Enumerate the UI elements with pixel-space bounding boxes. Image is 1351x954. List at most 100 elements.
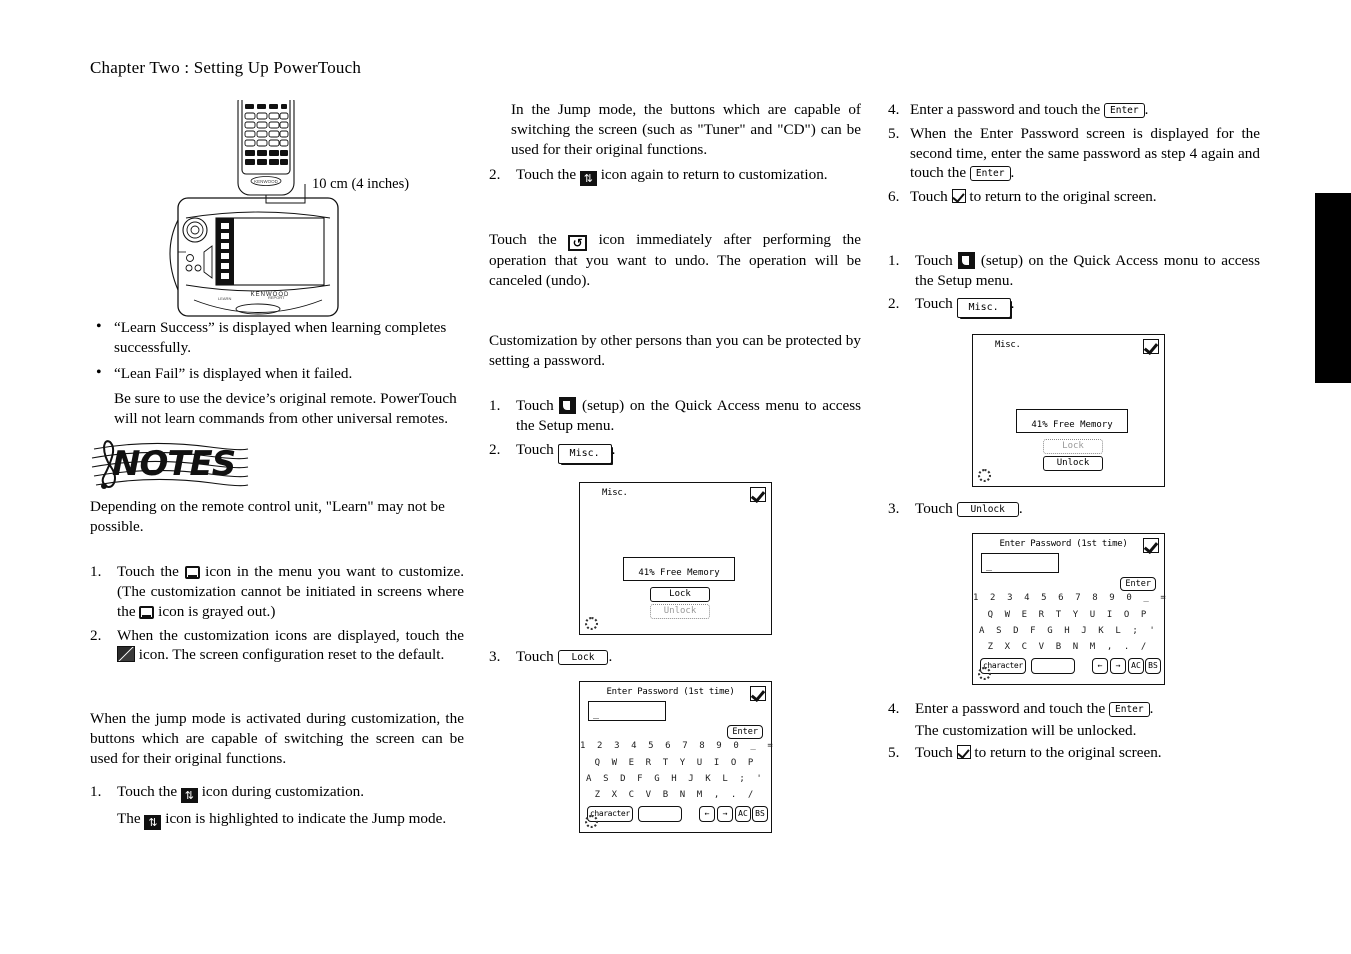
gear-icon[interactable] <box>585 616 598 630</box>
keyboard-row-asdf[interactable]: A S D F G H J K L ; ' <box>973 626 1164 636</box>
keyboard-bottom-row: character ← → AC BS <box>973 658 1164 674</box>
keyboard-bottom-row: character ← → AC BS <box>580 805 771 822</box>
step-number: 4. <box>888 101 900 118</box>
keyboard-bs-key[interactable]: BS <box>1145 658 1161 674</box>
lcd-screen-title: Misc. <box>602 487 628 498</box>
step-number: 3. <box>489 647 501 665</box>
ok-check-icon <box>951 189 966 203</box>
lcd-password-screen: Enter Password (1st time) _ Enter 1 2 3 … <box>972 533 1166 685</box>
keyboard-arrow-left-key[interactable]: ← <box>1092 658 1108 674</box>
gear-icon[interactable] <box>978 667 991 680</box>
lcd-screen-title: Enter Password (1st time) <box>606 686 735 697</box>
password-keyboard-figure-column2: Enter Password (1st time) _ Enter 1 2 3 … <box>579 680 861 833</box>
list-item: 4. Enter a password and touch the Enter.… <box>888 699 1260 741</box>
step-number: 2. <box>90 626 102 644</box>
jump-mode-intro: When the jump mode is activated during c… <box>90 710 464 767</box>
enter-button-reference[interactable]: Enter <box>969 166 1011 182</box>
list-item: 3. Touch Lock. <box>489 647 861 667</box>
step-text-a: Touch <box>915 500 953 518</box>
list-item: 1. Touch (setup) on the Quick Access men… <box>489 396 861 436</box>
step-text-a: Touch <box>915 295 953 313</box>
lcd-lock-button[interactable]: Lock <box>650 586 710 602</box>
lock-button-reference[interactable]: Lock <box>557 649 609 665</box>
learn-result-bullets: “Learn Success” is displayed when learni… <box>90 317 464 383</box>
unlock-steps: 1. Touch (setup) on the Quick Access mon… <box>888 251 1260 319</box>
step-substep-text: The customization will be unlocked. <box>915 721 1137 739</box>
list-item: “Learn Success” is displayed when learni… <box>90 317 464 358</box>
keyboard-space-key[interactable] <box>1031 658 1075 674</box>
lcd-unlock-button[interactable]: Unlock <box>1043 456 1103 472</box>
password-input-field[interactable]: _ <box>588 700 666 721</box>
list-item: 1. Touch the icon in the menu you want t… <box>90 562 464 621</box>
step-text-c: . <box>1149 700 1154 717</box>
keyboard-row-zxcv[interactable]: Z X C V B N M , . / <box>973 642 1164 652</box>
step-text-b: to return to the original screen. <box>974 743 1162 761</box>
keyboard-enter-key[interactable]: Enter <box>727 724 763 739</box>
password-input-field[interactable]: _ <box>981 553 1059 573</box>
list-item: 2. When the customization icons are disp… <box>90 626 464 666</box>
unlock-button-reference[interactable]: Unlock <box>956 502 1019 518</box>
lcd-unlock-button-disabled: Unlock <box>650 603 710 619</box>
lcd-ok-checkbox-icon[interactable] <box>750 486 766 502</box>
list-item: 1. Touch the icon during customization. <box>90 782 464 804</box>
setup-icon <box>958 251 976 269</box>
list-item: 5. When the Enter Password screen is dis… <box>888 124 1260 183</box>
jump-mode-steps-continued: 2. Touch the icon again to return to cus… <box>489 165 861 187</box>
enter-button-reference[interactable]: Enter <box>1109 702 1150 717</box>
misc-button-reference[interactable]: Misc. <box>557 443 612 464</box>
step-text-a: Touch <box>516 647 554 665</box>
notes-body-text: Depending on the remote control unit, "L… <box>90 497 445 535</box>
step-text-a: Touch the <box>516 166 577 184</box>
keyboard-row-qwerty[interactable]: Q W E R T Y U I O P <box>580 758 771 768</box>
customize-screen-icon <box>139 605 155 619</box>
notes-logo-word: NOTES <box>112 444 235 484</box>
password-intro: Customization by other persons than you … <box>489 331 861 369</box>
keyboard-row-numbers[interactable]: 1 2 3 4 5 6 7 8 9 0 _ = <box>580 741 773 751</box>
gear-icon[interactable] <box>585 814 598 828</box>
reset-default-icon <box>117 646 135 663</box>
lcd-lock-button-disabled: Lock <box>1043 439 1103 455</box>
enter-button-reference[interactable]: Enter <box>1104 103 1145 118</box>
customize-steps: 1. Touch the icon in the menu you want t… <box>90 562 464 665</box>
keyboard-arrow-right-key[interactable]: → <box>717 805 733 822</box>
list-item: 1. Touch (setup) on the Quick Access mon… <box>888 251 1260 291</box>
keyboard-ac-key[interactable]: AC <box>735 805 751 822</box>
password-keyboard-figure-column3: Enter Password (1st time) _ Enter 1 2 3 … <box>972 533 1260 685</box>
misc-button-reference[interactable]: Misc. <box>956 298 1011 319</box>
keyboard-row-numbers[interactable]: 1 2 3 4 5 6 7 8 9 0 _ = <box>973 593 1166 603</box>
keyboard-bs-key[interactable]: BS <box>752 805 768 822</box>
keyboard-row-zxcv[interactable]: Z X C V B N M , . / <box>580 790 771 800</box>
lcd-ok-checkbox-icon[interactable] <box>750 685 766 701</box>
keyboard-row-qwerty[interactable]: Q W E R T Y U I O P <box>973 610 1164 620</box>
step-text-b: icon. The screen configuration reset to … <box>138 646 445 664</box>
original-remote-note: Be sure to use the device’s original rem… <box>114 390 457 427</box>
step-number: 6. <box>888 188 900 205</box>
keyboard-arrow-left-key[interactable]: ← <box>699 805 715 822</box>
keyboard-enter-key[interactable]: Enter <box>1120 577 1156 591</box>
unlock-steps-tail: 4. Enter a password and touch the Enter.… <box>888 699 1260 762</box>
step-number: 4. <box>888 700 900 717</box>
lcd-ok-checkbox-icon[interactable] <box>1143 339 1159 355</box>
lcd-screen-title: Enter Password (1st time) <box>999 539 1128 549</box>
step-number: 2. <box>489 440 501 458</box>
notes-heading-logo: NOTES <box>90 433 250 491</box>
step-text-b: to return to the original screen. <box>969 188 1157 205</box>
step-text-a: Enter a password and touch the <box>915 700 1106 717</box>
keyboard-ac-key[interactable]: AC <box>1128 658 1144 674</box>
step-text-c: . <box>1018 500 1023 518</box>
lcd-ok-checkbox-icon[interactable] <box>1143 538 1159 553</box>
step-text-a: Touch <box>915 743 953 761</box>
keyboard-space-key[interactable] <box>638 805 682 822</box>
substep-text-a: The <box>117 810 141 828</box>
undo-text-a: Touch the <box>489 231 557 249</box>
step-text-c: . <box>608 647 613 665</box>
keyboard-arrow-right-key[interactable]: → <box>1110 658 1126 674</box>
notes-logo-svg: NOTES <box>91 439 249 489</box>
step-text-b: icon again to return to customization. <box>600 166 828 184</box>
gear-icon[interactable] <box>978 469 991 483</box>
misc-screen-figure-column2: Misc. 41% Free Memory Lock Unlock <box>579 481 861 635</box>
keyboard-row-asdf[interactable]: A S D F G H J K L ; ' <box>580 774 771 784</box>
step-text-c: . <box>611 440 616 458</box>
undo-icon <box>568 235 588 252</box>
step-number: 1. <box>90 783 102 801</box>
